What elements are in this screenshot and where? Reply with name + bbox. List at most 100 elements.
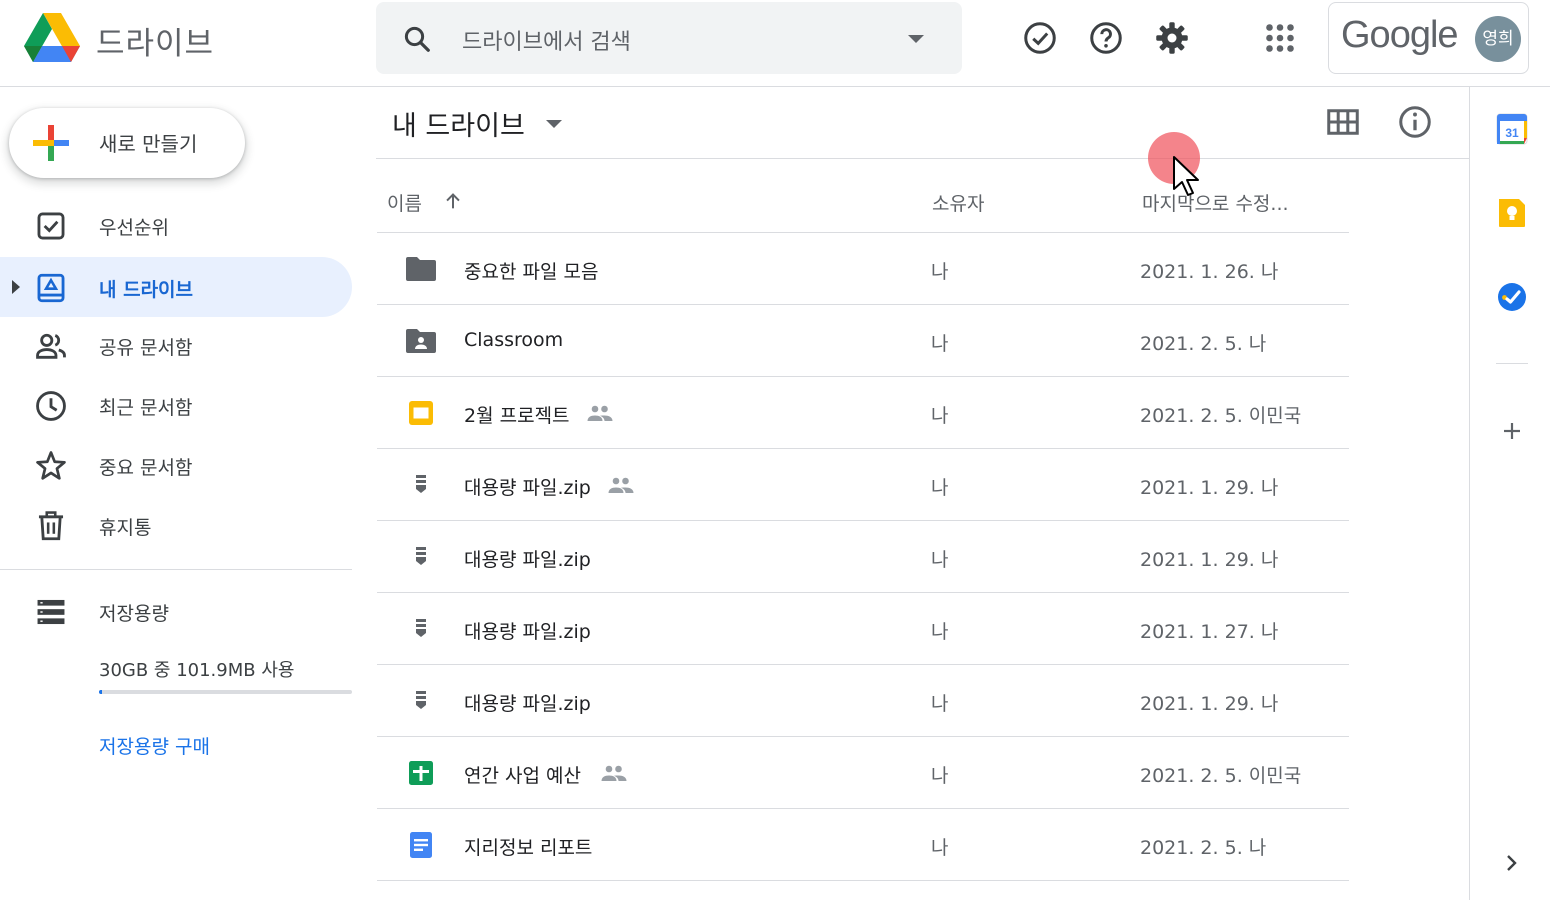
buy-storage-link[interactable]: 저장용량 구매 [99, 732, 210, 759]
column-header-name[interactable]: 이름 [387, 189, 422, 216]
sidebar-item-label: 저장용량 [99, 603, 169, 625]
file-name: 중요한 파일 모음 [464, 261, 599, 283]
search-input[interactable]: 드라이브에서 검색 [462, 24, 631, 56]
file-modified: 2021. 2. 5. 이민국 [1140, 765, 1302, 787]
sidebar-item-my-drive[interactable]: 내 드라이브 [0, 257, 352, 317]
storage-usage-text: 30GB 중 101.9MB 사용 [99, 660, 295, 681]
zip-file-icon [416, 619, 426, 637]
avatar[interactable]: 영희 [1475, 16, 1521, 62]
settings-icon[interactable] [1154, 20, 1190, 56]
sidebar-divider [0, 569, 352, 570]
grid-view-icon[interactable] [1325, 104, 1361, 140]
shared-folder-icon [406, 329, 436, 353]
sidebar-item-priority[interactable]: 우선순위 [0, 195, 352, 255]
file-owner: 나 [931, 765, 949, 787]
search-options-dropdown-icon[interactable] [908, 35, 924, 43]
trash-icon [38, 511, 64, 541]
sidebar-item-recent[interactable]: 최근 문서함 [0, 375, 352, 435]
shared-people-icon [587, 405, 613, 421]
info-icon[interactable] [1397, 104, 1433, 140]
title-dropdown-icon[interactable] [546, 120, 562, 128]
file-row[interactable]: 대용량 파일.zip 나 2021. 1. 29. 나 [377, 665, 1349, 737]
top-bar: 드라이브 드라이브에서 검색 Google 영희 [0, 0, 1550, 87]
sidebar-item-shared[interactable]: 공유 문서함 [0, 315, 352, 375]
zip-file-icon [416, 691, 426, 709]
docs-icon [410, 832, 432, 858]
add-icon[interactable] [1496, 415, 1528, 447]
sidebar-item-label: 휴지통 [99, 517, 152, 539]
storage-progress-bar [99, 690, 352, 694]
expand-caret-icon[interactable] [12, 280, 20, 294]
shared-icon [36, 333, 66, 359]
file-modified: 2021. 2. 5. 나 [1140, 837, 1267, 859]
chevron-right-icon[interactable] [1496, 847, 1528, 879]
file-row[interactable]: Classroom 나 2021. 2. 5. 나 [377, 305, 1349, 377]
file-modified: 2021. 1. 29. 나 [1140, 477, 1279, 499]
file-owner: 나 [931, 693, 949, 715]
file-name: 연간 사업 예산 [464, 765, 581, 787]
check-circle-icon[interactable] [1022, 20, 1058, 56]
google-wordmark: Google [1341, 14, 1459, 56]
file-modified: 2021. 1. 27. 나 [1140, 621, 1279, 643]
file-owner: 나 [931, 837, 949, 859]
file-name: 2월 프로젝트 [464, 405, 570, 427]
file-modified: 2021. 2. 5. 나 [1140, 333, 1267, 355]
recent-clock-icon [36, 391, 66, 421]
storage-icon [37, 599, 65, 625]
mouse-pointer-icon [1173, 156, 1199, 196]
file-row[interactable]: 2월 프로젝트 나 2021. 2. 5. 이민국 [377, 377, 1349, 449]
app-name[interactable]: 드라이브 [96, 18, 214, 63]
column-header-modified[interactable]: 마지막으로 수정... [1142, 189, 1289, 216]
column-header-owner[interactable]: 소유자 [932, 189, 984, 216]
calendar-icon[interactable]: 31 [1496, 113, 1528, 145]
plus-icon [33, 125, 69, 161]
file-row[interactable]: 대용량 파일.zip 나 2021. 1. 29. 나 [377, 521, 1349, 593]
file-owner: 나 [931, 477, 949, 499]
help-icon[interactable] [1088, 20, 1124, 56]
file-modified: 2021. 1. 29. 나 [1140, 693, 1279, 715]
toolbar-divider [376, 158, 1469, 159]
calendar-day: 31 [1505, 126, 1519, 140]
sidebar-item-trash[interactable]: 휴지통 [0, 495, 352, 555]
file-name: 대용량 파일.zip [464, 549, 591, 571]
page-title[interactable]: 내 드라이브 [392, 104, 525, 143]
file-owner: 나 [931, 405, 949, 427]
file-owner: 나 [931, 621, 949, 643]
file-owner: 나 [931, 261, 949, 283]
apps-grid-icon[interactable] [1262, 20, 1298, 56]
side-panel: 31 [1469, 87, 1550, 900]
file-name: 대용량 파일.zip [464, 693, 591, 715]
file-modified: 2021. 2. 5. 이민국 [1140, 405, 1302, 427]
file-modified: 2021. 1. 26. 나 [1140, 261, 1279, 283]
account-switcher[interactable]: Google 영희 [1328, 2, 1529, 74]
search-icon[interactable] [402, 24, 432, 54]
zip-file-icon [416, 475, 426, 493]
file-name: 대용량 파일.zip [464, 477, 591, 499]
sheets-icon [409, 761, 433, 785]
file-owner: 나 [931, 549, 949, 571]
drive-logo-icon[interactable] [24, 13, 80, 63]
new-button[interactable]: 새로 만들기 [9, 108, 245, 178]
sidebar-item-label: 중요 문서함 [99, 457, 193, 479]
file-name: 지리정보 리포트 [464, 837, 593, 859]
folder-icon [406, 257, 436, 281]
file-row[interactable]: 연간 사업 예산 나 2021. 2. 5. 이민국 [377, 737, 1349, 809]
file-name: 대용량 파일.zip [464, 621, 591, 643]
file-row[interactable]: 지리정보 리포트 나 2021. 2. 5. 나 [377, 809, 1349, 881]
side-panel-divider [1496, 363, 1528, 364]
shared-people-icon [601, 765, 627, 781]
keep-icon[interactable] [1496, 197, 1528, 229]
file-row[interactable]: 중요한 파일 모음 나 2021. 1. 26. 나 [377, 233, 1349, 305]
sidebar-item-storage[interactable]: 저장용량 [0, 581, 352, 641]
sidebar-item-label: 최근 문서함 [99, 397, 193, 419]
file-row[interactable]: 대용량 파일.zip 나 2021. 1. 27. 나 [377, 593, 1349, 665]
star-icon [36, 451, 66, 480]
search-bar[interactable]: 드라이브에서 검색 [376, 2, 962, 74]
sidebar-item-starred[interactable]: 중요 문서함 [0, 435, 352, 495]
tasks-icon[interactable] [1496, 281, 1528, 313]
slides-icon [409, 401, 433, 425]
file-row[interactable]: 대용량 파일.zip 나 2021. 1. 29. 나 [377, 449, 1349, 521]
sort-ascending-icon[interactable] [442, 190, 464, 212]
shared-people-icon [608, 477, 634, 493]
zip-file-icon [416, 547, 426, 565]
